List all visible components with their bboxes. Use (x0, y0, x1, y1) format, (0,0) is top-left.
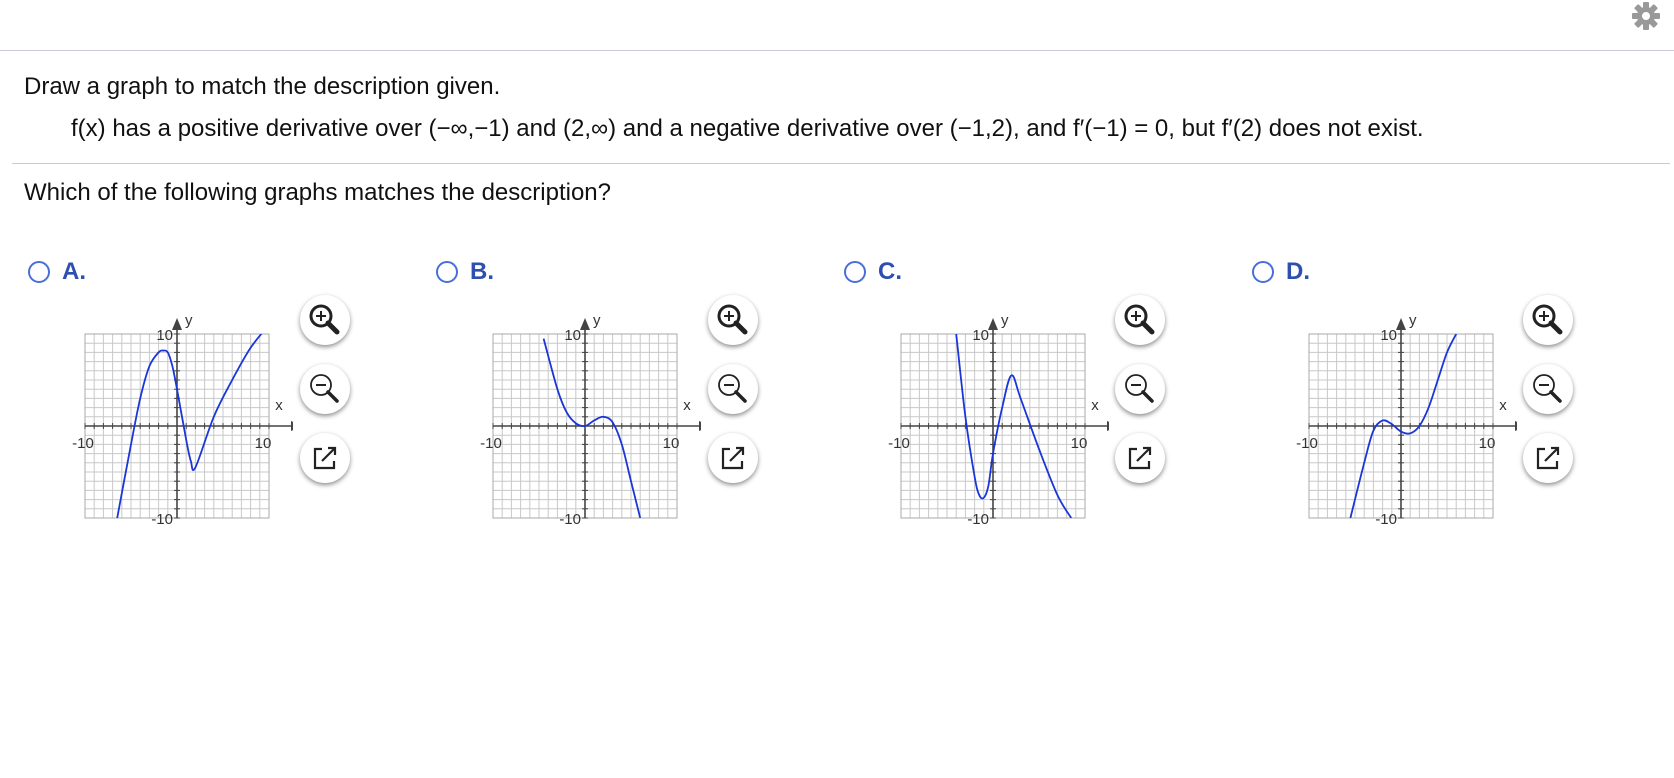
y-max-label: 10 (564, 327, 581, 344)
graph-c: y x -10 10 10 -10 (888, 312, 1109, 528)
popout-button[interactable] (300, 433, 350, 483)
prompt-text: Which of the following graphs matches th… (24, 179, 611, 206)
radio-button-d[interactable] (1252, 261, 1274, 283)
option-c-label: C. (878, 258, 902, 285)
y-axis-arrow (580, 318, 590, 330)
series-line (542, 338, 642, 518)
zoom-in-icon (309, 304, 340, 335)
popout-icon (1536, 446, 1560, 470)
popout-button[interactable] (1523, 433, 1573, 483)
y-max-label: 10 (156, 327, 173, 344)
x-max-label: 10 (663, 435, 680, 452)
question-divider (12, 163, 1670, 164)
y-axis-arrow (1396, 318, 1406, 330)
zoom-in-button[interactable] (708, 295, 758, 345)
radio-button-b[interactable] (436, 261, 458, 283)
x-axis-arrow (1515, 421, 1517, 431)
zoom-out-icon (718, 374, 747, 403)
option-a[interactable]: A. (28, 256, 86, 288)
x-axis-arrow (699, 421, 701, 431)
x-min-label: -10 (480, 435, 502, 452)
x-axis-arrow (1107, 421, 1109, 431)
popout-icon (721, 446, 745, 470)
popout-button[interactable] (1115, 433, 1165, 483)
y-min-label: -10 (559, 511, 581, 528)
option-b-label: B. (470, 258, 494, 285)
y-axis-label: y (1409, 312, 1417, 329)
x-axis-label: x (275, 397, 283, 414)
x-max-label: 10 (255, 435, 272, 452)
axes (1308, 318, 1517, 519)
zoom-in-icon (1532, 304, 1563, 335)
x-axis-arrow (291, 421, 293, 431)
zoom-in-button[interactable] (300, 295, 350, 345)
popout-button[interactable] (708, 433, 758, 483)
x-axis-label: x (1499, 397, 1507, 414)
x-min-label: -10 (888, 435, 910, 452)
x-axis-label: x (683, 397, 691, 414)
instruction-text: Draw a graph to match the description gi… (24, 73, 501, 100)
axes (84, 318, 293, 519)
y-max-label: 10 (972, 327, 989, 344)
zoom-out-button[interactable] (300, 364, 350, 414)
popout-icon (313, 446, 337, 470)
zoom-in-button[interactable] (1523, 295, 1573, 345)
zoom-out-icon (1533, 374, 1562, 403)
graph-a: y x -10 10 10 -10 (72, 312, 293, 528)
y-max-label: 10 (1380, 327, 1397, 344)
option-d-label: D. (1286, 258, 1310, 285)
zoom-in-icon (717, 304, 748, 335)
popout-icon (1128, 446, 1152, 470)
y-min-label: -10 (1375, 511, 1397, 528)
radio-button-c[interactable] (844, 261, 866, 283)
y-axis-arrow (172, 318, 182, 330)
gear-icon[interactable] (1627, 2, 1665, 30)
zoom-out-button[interactable] (708, 364, 758, 414)
y-axis-arrow (988, 318, 998, 330)
description-text: f(x) has a positive derivative over (−∞,… (71, 115, 1424, 142)
zoom-in-button[interactable] (1115, 295, 1165, 345)
graph-d: y x -10 10 10 -10 (1296, 312, 1517, 528)
y-axis-label: y (185, 312, 193, 329)
option-c[interactable]: C. (844, 256, 902, 288)
zoom-out-button[interactable] (1115, 364, 1165, 414)
zoom-out-button[interactable] (1523, 364, 1573, 414)
x-max-label: 10 (1479, 435, 1496, 452)
y-min-label: -10 (151, 511, 173, 528)
x-min-label: -10 (72, 435, 94, 452)
radio-button-a[interactable] (28, 261, 50, 283)
option-b[interactable]: B. (436, 256, 494, 288)
y-axis-label: y (593, 312, 601, 329)
option-d[interactable]: D. (1252, 256, 1310, 288)
x-min-label: -10 (1296, 435, 1318, 452)
zoom-out-icon (310, 374, 339, 403)
x-axis-label: x (1091, 397, 1099, 414)
axes (900, 318, 1109, 519)
y-min-label: -10 (967, 511, 989, 528)
header-divider (0, 50, 1674, 51)
y-axis-label: y (1001, 312, 1009, 329)
zoom-out-icon (1125, 374, 1154, 403)
x-max-label: 10 (1071, 435, 1088, 452)
zoom-in-icon (1124, 304, 1155, 335)
graph-b: y x -10 10 10 -10 (480, 312, 701, 528)
option-a-label: A. (62, 258, 86, 285)
